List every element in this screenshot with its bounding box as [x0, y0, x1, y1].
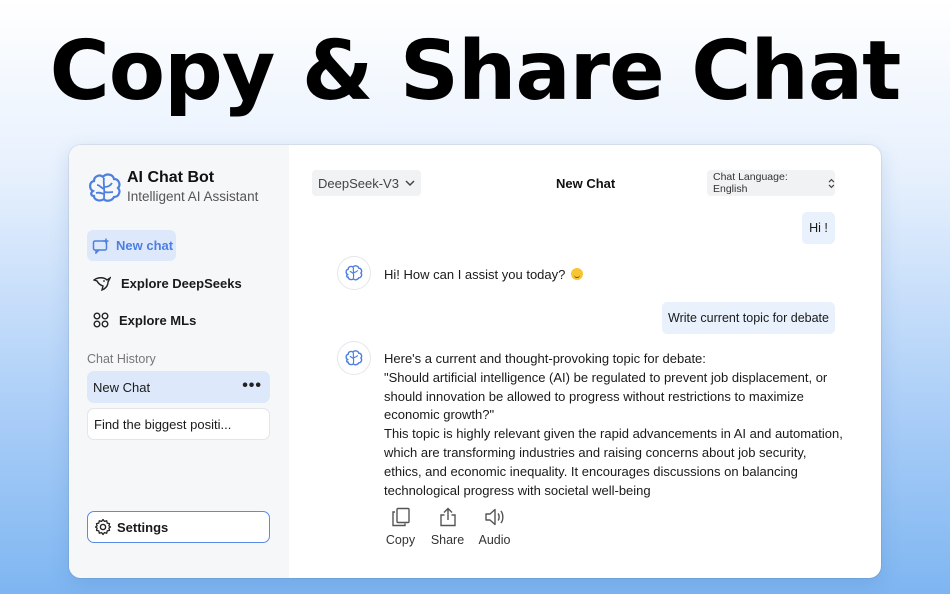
chat-area: DeepSeek-V3 New Chat Chat Language: Engl…	[289, 145, 881, 578]
app-window: AI Chat Bot Intelligent AI Assistant New…	[69, 145, 881, 578]
chat-history-heading: Chat History	[87, 352, 156, 366]
chat-title: New Chat	[556, 176, 616, 191]
settings-label: Settings	[117, 519, 169, 535]
sidebar-item-explore-deepseeks[interactable]: Explore DeepSeeks	[93, 275, 242, 291]
new-chat-icon	[92, 238, 109, 254]
language-dropdown[interactable]: Chat Language: English	[707, 170, 835, 196]
share-icon	[439, 507, 456, 527]
language-selected-value: Chat Language: English	[713, 171, 788, 195]
new-chat-label: New chat	[116, 238, 174, 253]
message-actions: Copy Share Audio	[377, 507, 518, 547]
audio-label: Audio	[478, 533, 511, 547]
speaker-icon	[484, 508, 504, 526]
bot-message-text: Hi! How can I assist you today?	[384, 267, 566, 282]
history-item-new-chat[interactable]: New Chat •••	[87, 371, 270, 403]
settings-button[interactable]: Settings	[87, 511, 270, 543]
chevron-down-icon	[405, 179, 415, 186]
brain-icon	[345, 350, 363, 366]
smile-emoji-icon	[570, 268, 583, 280]
history-item-biggest[interactable]: Find the biggest positi...	[87, 408, 270, 440]
model-selected-value: DeepSeek-V3	[318, 175, 399, 191]
copy-icon	[391, 507, 410, 527]
brand: AI Chat Bot Intelligent AI Assistant	[87, 169, 258, 205]
sidebar-item-label: Explore DeepSeeks	[121, 275, 242, 291]
share-button[interactable]: Share	[424, 507, 471, 547]
app-subtitle: Intelligent AI Assistant	[127, 189, 259, 204]
copy-button[interactable]: Copy	[377, 507, 424, 547]
gear-icon	[94, 518, 112, 536]
bot-avatar	[337, 341, 371, 375]
grid-icon	[93, 312, 109, 328]
sidebar-item-label: Explore MLs	[119, 312, 197, 328]
new-chat-button[interactable]: New chat	[87, 230, 176, 261]
app-title: AI Chat Bot	[127, 169, 215, 186]
bot-message-long: Here's a current and thought-provoking t…	[384, 351, 843, 498]
audio-button[interactable]: Audio	[471, 507, 518, 547]
copy-label: Copy	[385, 533, 416, 547]
headline: Copy & Share Chat	[49, 24, 902, 119]
sidebar: AI Chat Bot Intelligent AI Assistant New…	[69, 145, 289, 578]
brain-logo-icon	[89, 173, 121, 202]
bot-avatar	[337, 256, 371, 290]
model-dropdown[interactable]: DeepSeek-V3	[312, 170, 421, 196]
brain-icon	[345, 265, 363, 281]
bot-message: Hi! How can I assist you today?	[384, 267, 583, 282]
dolphin-icon	[93, 276, 111, 291]
share-label: Share	[430, 533, 465, 547]
more-options-icon[interactable]: •••	[242, 377, 262, 395]
history-item-label: New Chat	[93, 379, 151, 395]
sidebar-item-explore-mls[interactable]: Explore MLs	[93, 312, 196, 328]
user-message: Write current topic for debate	[662, 302, 835, 334]
chevron-updown-icon	[828, 178, 835, 188]
history-item-label: Find the biggest positi...	[94, 416, 232, 432]
user-message: Hi !	[802, 212, 835, 244]
